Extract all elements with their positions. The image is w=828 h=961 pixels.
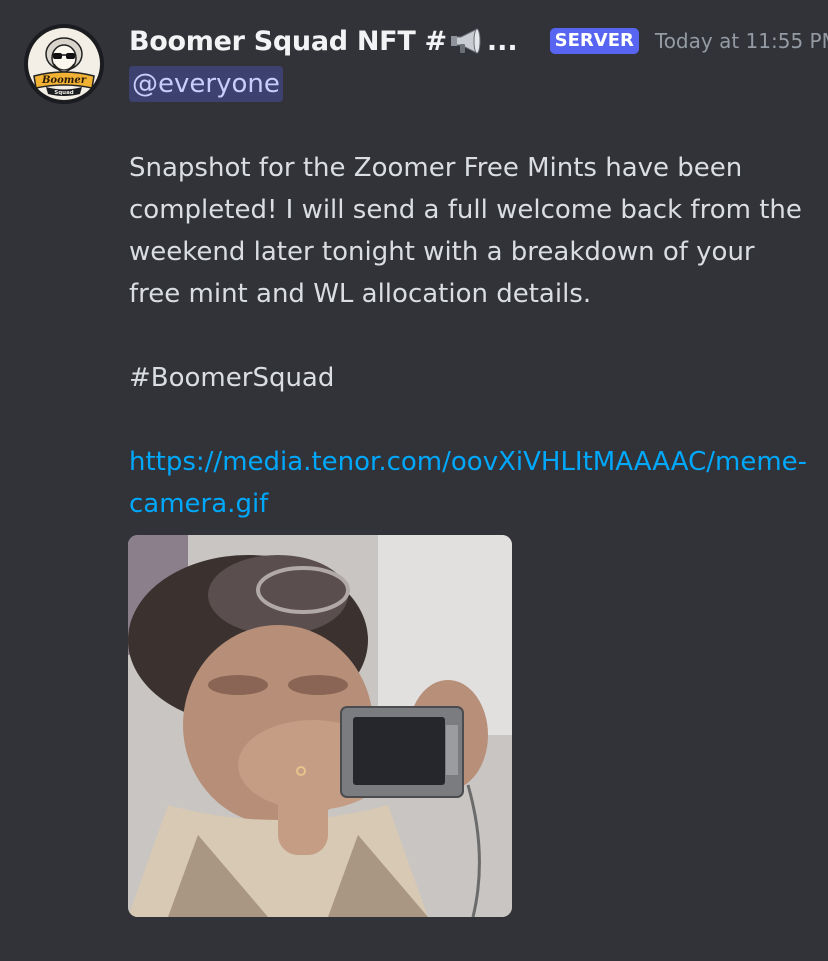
message-header: Boomer Squad NFT # ... SERVER Today at 1… — [129, 20, 828, 62]
logo-text: Boomer — [41, 75, 87, 86]
gif-embed[interactable] — [128, 535, 512, 917]
hashtag-text: #BoomerSquad — [129, 363, 335, 393]
message-content: @everyone Snapshot for the Zoomer Free M… — [129, 63, 809, 525]
boomer-squad-logo: Boomer Squad — [24, 24, 104, 104]
camera-woman-gif — [128, 535, 512, 917]
server-tag-badge: SERVER — [549, 28, 639, 54]
megaphone-icon — [449, 26, 487, 56]
gif-link[interactable]: https://media.tenor.com/oovXiVHLItMAAAAC… — [129, 447, 807, 519]
chat-message: Boomer Squad Boomer Squad NFT # ... SERV… — [0, 0, 828, 961]
author-name[interactable]: Boomer Squad NFT # — [129, 26, 447, 57]
author-ellipsis: ... — [486, 25, 518, 57]
avatar[interactable]: Boomer Squad — [24, 24, 104, 104]
message-timestamp[interactable]: Today at 11:55 PM — [655, 29, 828, 53]
message-body: Snapshot for the Zoomer Free Mints have … — [129, 153, 802, 309]
everyone-mention[interactable]: @everyone — [129, 66, 283, 102]
logo-subtext: Squad — [54, 90, 74, 96]
